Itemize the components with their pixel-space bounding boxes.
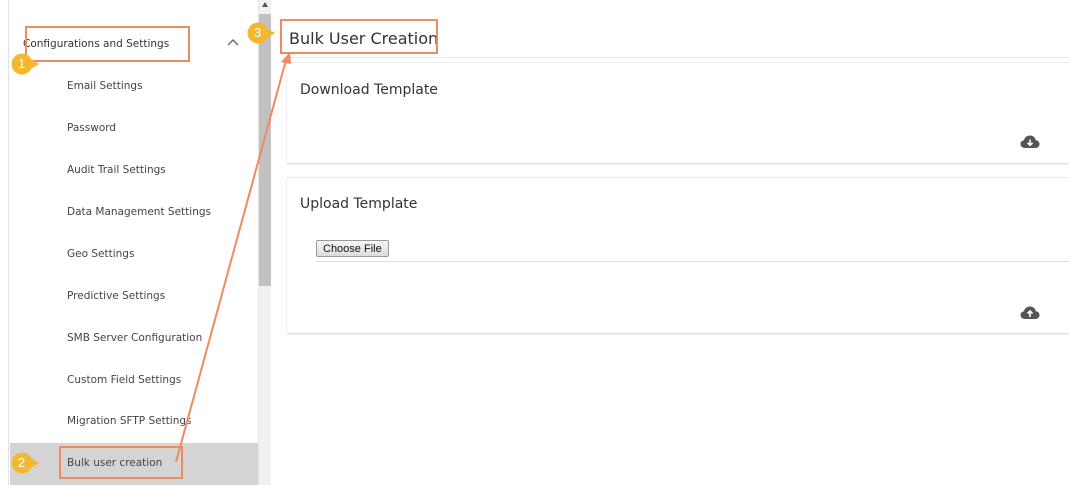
annotation-badge-3-label: 3 <box>254 25 262 40</box>
sidebar-item-custom-field-settings[interactable]: Custom Field Settings <box>10 360 258 402</box>
annotation-box-bulk-user-creation <box>59 446 183 479</box>
sidebar-item-label: Predictive Settings <box>67 290 166 302</box>
sidebar-item-label: Data Management Settings <box>67 206 211 218</box>
upload-template-title: Upload Template <box>300 196 418 212</box>
download-template-card: Download Template <box>287 62 1069 163</box>
sidebar-item-label: Migration SFTP Settings <box>67 415 192 427</box>
choose-file-button[interactable]: Choose File <box>316 240 389 257</box>
sidebar-item-label: Audit Trail Settings <box>67 164 166 176</box>
annotation-badge-1-label: 1 <box>18 56 26 71</box>
sidebar-item-label: SMB Server Configuration <box>67 332 203 344</box>
sidebar-item-label: Custom Field Settings <box>67 374 182 386</box>
sidebar-border <box>8 0 9 485</box>
sidebar-item-audit-trail-settings[interactable]: Audit Trail Settings <box>10 150 258 192</box>
annotation-badge-2-label: 2 <box>18 455 26 470</box>
download-template-title: Download Template <box>300 82 438 98</box>
sidebar-item-predictive-settings[interactable]: Predictive Settings <box>10 276 258 318</box>
title-divider <box>287 57 1069 58</box>
sidebar-item-label: Geo Settings <box>67 248 135 260</box>
sidebar-item-data-management-settings[interactable]: Data Management Settings <box>10 192 258 234</box>
sidebar-item-smb-server-configuration[interactable]: SMB Server Configuration <box>10 318 258 360</box>
sidebar-item-password[interactable]: Password <box>10 108 258 150</box>
sidebar-item-geo-settings[interactable]: Geo Settings <box>10 234 258 276</box>
cloud-download-icon[interactable] <box>1020 134 1040 150</box>
cloud-upload-icon[interactable] <box>1020 305 1040 321</box>
upload-template-card: Upload Template <box>287 177 1069 333</box>
sidebar-item-label: Password <box>67 122 117 134</box>
sidebar-scrollbar[interactable] <box>259 0 271 485</box>
annotation-box-page-title <box>280 19 438 54</box>
file-input-underline <box>316 261 1069 262</box>
scrollbar-thumb[interactable] <box>259 14 271 286</box>
sidebar-item-label: Email Settings <box>67 80 143 92</box>
chevron-up-icon[interactable] <box>226 36 240 50</box>
sidebar-item-migration-sftp-settings[interactable]: Migration SFTP Settings <box>10 401 258 443</box>
sidebar-item-email-settings[interactable]: Email Settings <box>10 66 258 108</box>
annotation-box-configurations <box>25 26 190 62</box>
scroll-up-arrow-icon[interactable] <box>262 2 268 7</box>
